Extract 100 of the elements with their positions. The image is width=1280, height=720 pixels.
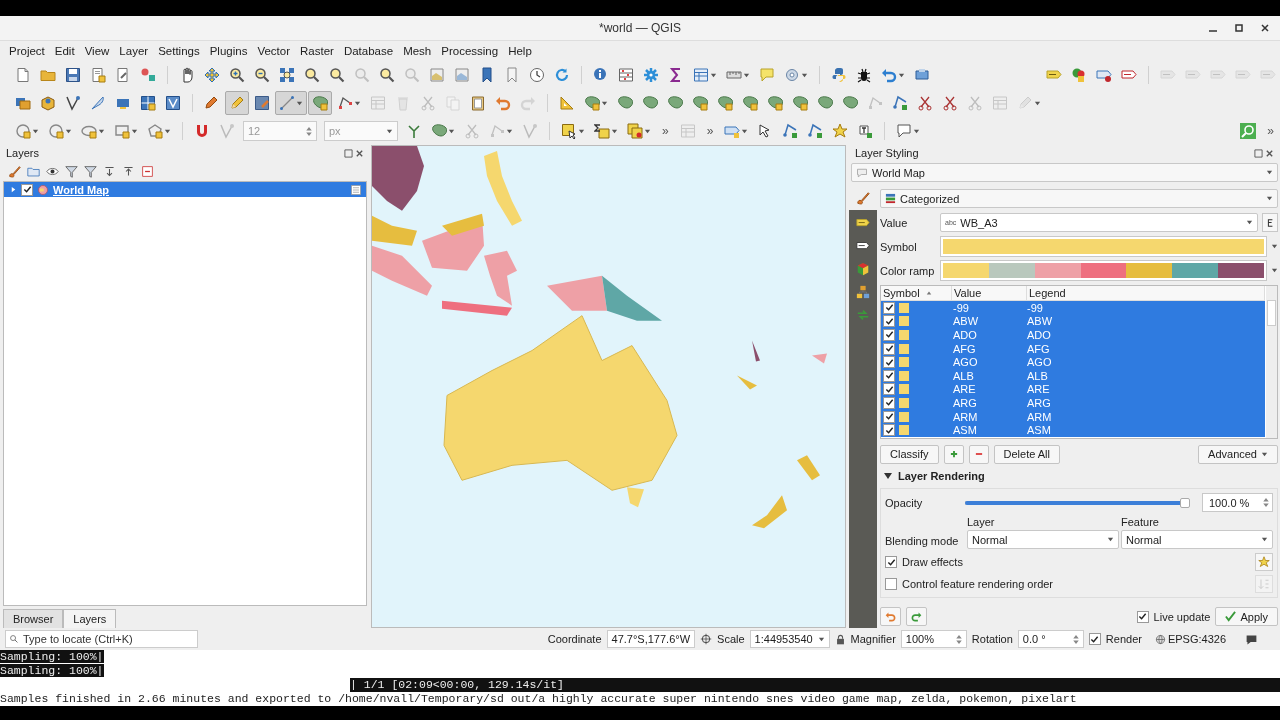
checkbox[interactable]: [883, 342, 895, 355]
checkbox[interactable]: [883, 396, 895, 409]
checkbox[interactable]: [883, 369, 895, 382]
panel-tab[interactable]: Layers: [63, 609, 117, 628]
expand-icon[interactable]: [103, 164, 116, 178]
crosshair-icon[interactable]: [700, 633, 713, 645]
category-row[interactable]: -99 -99: [881, 301, 1265, 315]
layer-blend-dropdown[interactable]: Normal: [967, 530, 1119, 549]
checkbox[interactable]: [1136, 610, 1149, 623]
symbol-swatch: [899, 384, 909, 395]
panel-tab[interactable]: Browser: [3, 609, 64, 628]
legend-icon[interactable]: [350, 183, 362, 196]
menu-item[interactable]: Layer: [114, 45, 154, 57]
section-header[interactable]: Layer Rendering: [880, 469, 1278, 483]
remove-button[interactable]: [968, 444, 989, 464]
column-header[interactable]: Legend: [1027, 286, 1265, 300]
table-cell-text: AFG: [1026, 342, 1051, 355]
menu-item[interactable]: Raster: [295, 45, 339, 57]
symbol-swatch: [899, 411, 909, 422]
add-button[interactable]: [943, 444, 964, 464]
menu-item[interactable]: View: [79, 45, 115, 57]
brush-icon[interactable]: [8, 164, 21, 178]
caret-icon: [1261, 450, 1268, 458]
collapse-icon[interactable]: [122, 164, 135, 178]
checkbox[interactable]: [883, 301, 895, 314]
expand-icon[interactable]: [10, 186, 17, 193]
apply-button[interactable]: Apply: [1215, 607, 1278, 626]
menu-item[interactable]: Processing: [436, 45, 504, 57]
classify-button[interactable]: Classify: [880, 444, 939, 464]
undo-button[interactable]: [880, 607, 901, 626]
scrollbar[interactable]: [1266, 286, 1277, 438]
filter-icon[interactable]: [65, 164, 78, 178]
maximize-icon[interactable]: [1234, 23, 1244, 33]
category-row[interactable]: ARG ARG: [881, 396, 1265, 410]
lock-icon[interactable]: [834, 633, 846, 645]
menu-item[interactable]: Project: [4, 45, 50, 57]
category-row[interactable]: AGO AGO: [881, 355, 1265, 369]
table-cell-text: AGO: [952, 356, 979, 369]
speech-bubble-icon: [856, 166, 868, 179]
float-icon[interactable]: [344, 148, 353, 158]
checkbox[interactable]: [883, 356, 895, 369]
renderer-dropdown[interactable]: Categorized: [880, 189, 1278, 208]
advanced-button[interactable]: Advanced: [1198, 444, 1278, 464]
category-row[interactable]: ADO ADO: [881, 328, 1265, 342]
effects-button[interactable]: [1255, 553, 1273, 571]
menu-item[interactable]: Edit: [49, 45, 80, 57]
opacity-field[interactable]: 100.0 %: [1202, 493, 1273, 512]
checkbox[interactable]: [883, 424, 895, 437]
filter-icon[interactable]: [84, 164, 97, 178]
crs-button[interactable]: EPSG:4326: [1154, 633, 1226, 645]
checkbox[interactable]: [1088, 633, 1101, 645]
table-cell-text: ABW: [1026, 315, 1054, 328]
close-icon[interactable]: [1265, 148, 1274, 158]
message-icon[interactable]: [1245, 632, 1258, 646]
spin-arrows-icon[interactable]: [955, 633, 962, 645]
float-icon[interactable]: [1254, 148, 1263, 158]
layer-dropdown[interactable]: World Map: [851, 163, 1278, 182]
field-label: Scale: [717, 633, 745, 645]
caret-icon: [1266, 169, 1273, 176]
column-header[interactable]: Value: [952, 286, 1027, 300]
more-button[interactable]: »: [656, 124, 675, 138]
checkbox[interactable]: [883, 383, 895, 396]
checkbox[interactable]: [883, 410, 895, 423]
checkbox[interactable]: [21, 183, 33, 196]
checkbox[interactable]: [883, 315, 895, 328]
feature-blend-dropdown[interactable]: Normal: [1121, 530, 1273, 549]
color-ramp-button[interactable]: [940, 260, 1267, 281]
menu-item[interactable]: Settings: [153, 45, 205, 57]
close-icon[interactable]: [1260, 23, 1270, 33]
checkbox[interactable]: [885, 556, 897, 568]
menu-item[interactable]: Plugins: [204, 45, 253, 57]
checkbox[interactable]: [885, 578, 897, 590]
category-row[interactable]: ASM ASM: [881, 423, 1265, 437]
coordinate-field[interactable]: 47.7°S,177.6°W: [606, 630, 696, 648]
more-button[interactable]: »: [700, 124, 720, 138]
caret-icon: [1246, 219, 1253, 226]
expression-button[interactable]: [1262, 213, 1278, 232]
rotation-field[interactable]: 0.0 °: [1017, 630, 1084, 648]
remove-icon[interactable]: [141, 164, 154, 178]
menu-item[interactable]: Database: [338, 45, 399, 57]
spin-arrows-icon[interactable]: [1263, 497, 1269, 508]
caret-icon: [1107, 536, 1114, 543]
checkbox[interactable]: [883, 329, 895, 341]
layer-row[interactable]: World Map: [4, 182, 366, 197]
menu-item[interactable]: Vector: [252, 45, 295, 57]
delete-all-button[interactable]: Delete All: [993, 444, 1060, 464]
magnifier-field[interactable]: 100%: [900, 630, 967, 648]
more-button[interactable]: »: [1261, 124, 1280, 138]
search-field[interactable]: Type to locate (Ctrl+K): [5, 630, 198, 648]
caret-icon: [817, 635, 825, 643]
column-header[interactable]: Symbol: [881, 286, 952, 300]
menu-item[interactable]: Help: [503, 45, 537, 57]
table-cell-text: -99: [1026, 301, 1044, 314]
close-icon[interactable]: [355, 148, 364, 158]
redo-button[interactable]: [906, 607, 927, 626]
menu-item[interactable]: Mesh: [398, 45, 437, 57]
symbol-swatch: [899, 357, 909, 368]
scale-dropdown[interactable]: 1:44953540: [749, 630, 830, 648]
caret-icon: [884, 472, 892, 480]
spin-arrows-icon[interactable]: [1072, 633, 1079, 645]
